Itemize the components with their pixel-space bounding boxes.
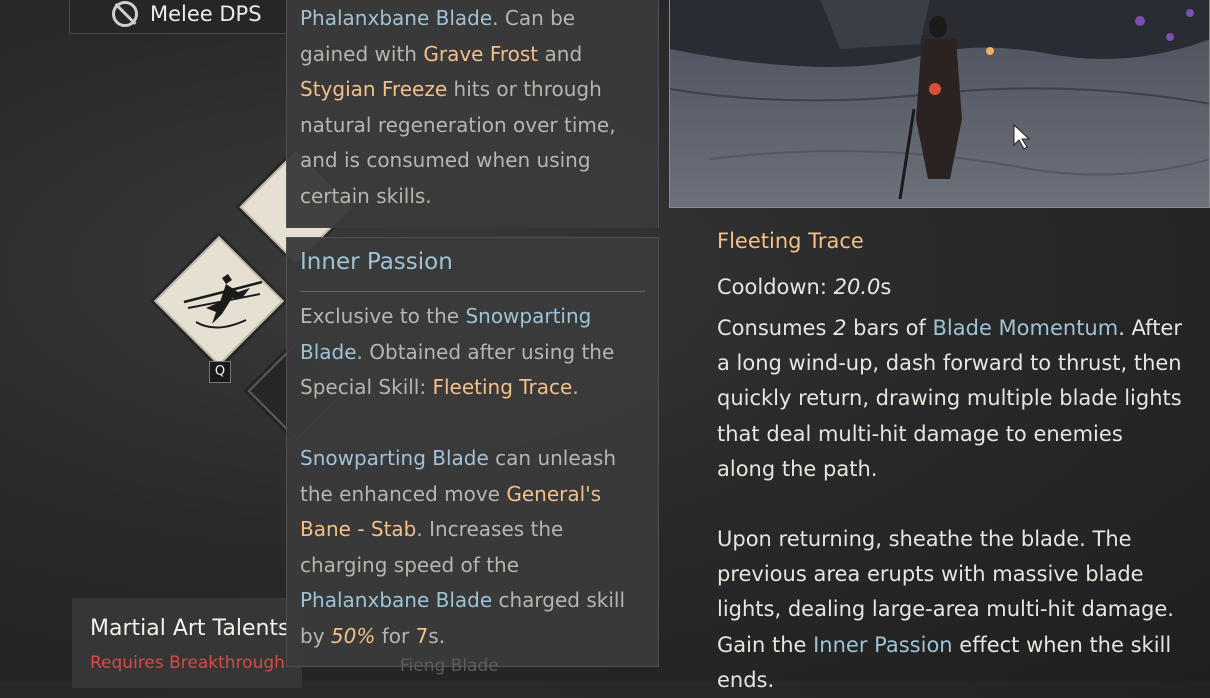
tooltip-paragraph-2: Snowparting Blade can unleash the enhanc…: [300, 441, 645, 654]
talent-panel[interactable]: [72, 598, 302, 688]
text-segment: .: [572, 375, 579, 399]
tooltip-title: Inner Passion: [300, 249, 453, 275]
preview-scene: [670, 0, 1209, 207]
hotkey-badge: Q: [209, 361, 231, 383]
value-percent: 50%: [330, 623, 376, 648]
role-tag: Melee DPS: [69, 0, 299, 34]
text-segment: for: [375, 623, 416, 648]
skill-description-2: Upon returning, sheathe the blade. The p…: [717, 522, 1187, 698]
obscured-label: Fieng Blade: [400, 656, 499, 676]
skill-preview-video[interactable]: [669, 0, 1210, 208]
text-segment: . After a long wind-up, dash forward to …: [717, 316, 1182, 481]
cooldown-unit: s: [880, 275, 892, 299]
term-stygian-freeze: Stygian Freeze: [300, 77, 448, 101]
no-entry-icon: [112, 0, 138, 27]
term-snowparting-blade: Snowparting Blade: [300, 446, 489, 470]
tooltip-paragraph-1: Exclusive to the Snowparting Blade. Obta…: [300, 299, 645, 406]
skill-name: Fleeting Trace: [717, 229, 864, 253]
text-segment: Exclusive to the: [300, 304, 466, 328]
term-fleeting-trace: Fleeting Trace: [432, 375, 573, 399]
term-phalanxbane-blade: Phalanxbane Blade: [300, 6, 493, 30]
term-grave-frost: Grave Frost: [423, 41, 539, 66]
term-blade-momentum: Blade Momentum: [932, 316, 1119, 340]
text-segment: bars of: [846, 316, 933, 340]
bar-count: 2: [833, 316, 847, 340]
talent-title: Martial Art Talents: [90, 616, 290, 641]
value-duration: 7: [415, 623, 429, 648]
tooltip-upper-text: Phalanxbane Blade. Can be gained with Gr…: [300, 1, 645, 214]
cooldown-label: Cooldown:: [717, 275, 834, 299]
text-segment: s.: [428, 623, 446, 648]
talent-requirement: Requires Breakthrough: [90, 653, 285, 673]
term-inner-passion: Inner Passion: [813, 632, 953, 657]
cooldown-value: 20.0: [833, 275, 881, 299]
text-segment: Consumes: [717, 316, 834, 340]
role-label: Melee DPS: [150, 1, 262, 26]
term-phalanxbane-blade: Phalanxbane Blade: [300, 588, 493, 612]
tooltip-divider: [300, 291, 645, 292]
text-segment: and: [538, 41, 583, 66]
dashing-swordsman-icon: [183, 274, 263, 329]
skill-cooldown: Cooldown: 20.0s: [717, 275, 891, 299]
skill-description-1: Consumes 2 bars of Blade Momentum. After…: [717, 311, 1187, 487]
